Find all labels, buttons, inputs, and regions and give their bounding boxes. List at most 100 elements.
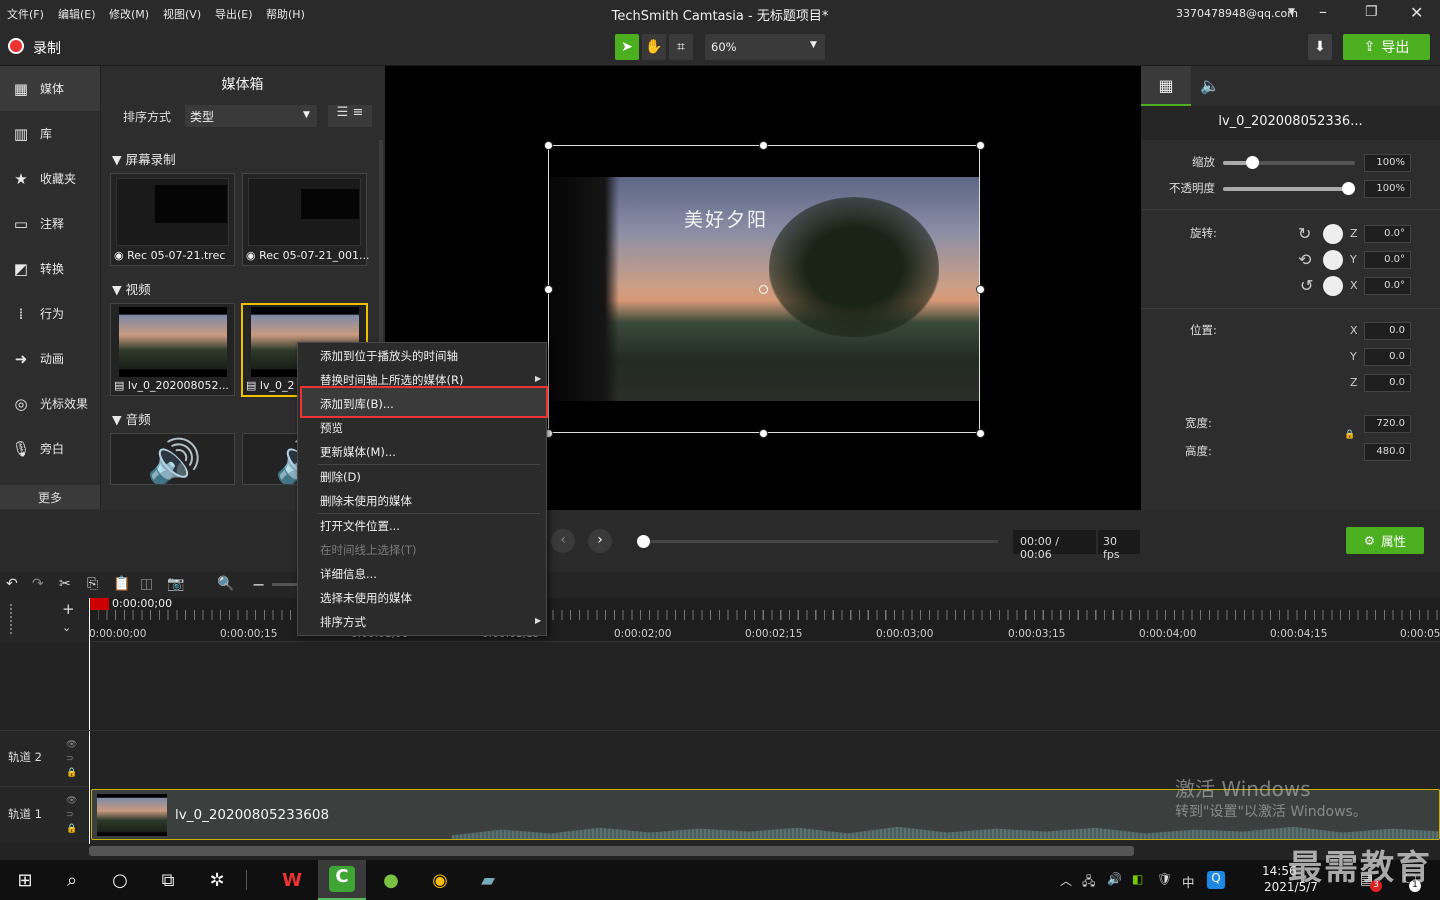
task-view-icon[interactable]: ⧉ (154, 866, 182, 894)
section-audio[interactable]: ▼ 音频 (112, 409, 151, 428)
opacity-slider[interactable] (1223, 187, 1355, 191)
nav-item-transitions[interactable]: ◩ 转换 (0, 246, 100, 291)
download-icon[interactable]: ⬇ (1308, 34, 1332, 60)
track-2-header[interactable]: 轨道 2 👁 ⊃ 🔒 (0, 730, 88, 786)
rotation-x-field[interactable]: 0.0° (1364, 277, 1411, 295)
security-shield-icon[interactable]: 🛡 (1157, 872, 1172, 886)
volume-icon[interactable]: 🔊 (1107, 872, 1122, 886)
record-icon[interactable] (8, 38, 24, 54)
position-y-field[interactable]: 0.0 (1364, 348, 1411, 366)
position-z-field[interactable]: 0.0 (1364, 374, 1411, 392)
ctx-add-to-library[interactable]: 添加到库(B)... (320, 396, 394, 412)
media-thumb-video1[interactable]: ▤ lv_0_202008052... (110, 303, 235, 396)
ctx-open-file-location[interactable]: 打开文件位置... (320, 518, 400, 534)
add-track-icon[interactable]: + (62, 600, 75, 618)
ball-app-icon[interactable]: ● (377, 866, 405, 894)
minimize-icon[interactable]: – (1319, 2, 1327, 21)
resize-handle-s[interactable] (759, 429, 768, 438)
account-label[interactable]: 3370478948@qq.com (1176, 7, 1298, 20)
pan-tool-icon[interactable]: ✋ (642, 34, 666, 60)
cortana-icon[interactable]: ○ (106, 866, 134, 894)
media-thumb-audio1[interactable]: 🔊 (110, 433, 235, 485)
menu-export[interactable]: 导出(E) (215, 6, 253, 22)
scale-slider-thumb[interactable] (1246, 156, 1259, 169)
resize-handle-nw[interactable] (544, 141, 553, 150)
timeline-scrollbar[interactable] (89, 846, 1134, 856)
select-tool-icon[interactable]: ➤ (615, 34, 639, 60)
zoom-search-icon[interactable]: 🔍 (217, 576, 234, 592)
prev-frame-icon[interactable]: ‹ (551, 529, 575, 553)
nav-item-annotations[interactable]: ▭ 注释 (0, 201, 100, 246)
rotation-z-field[interactable]: 0.0° (1364, 225, 1411, 243)
qq-icon[interactable]: Q (1207, 871, 1225, 889)
nav-item-cursor-effects[interactable]: ◎ 光标效果 (0, 381, 100, 426)
nvidia-icon[interactable]: ◧ (1132, 872, 1143, 886)
zoom-slider[interactable] (272, 583, 298, 586)
center-handle[interactable] (759, 285, 768, 294)
export-button[interactable]: ⇪ 导出 (1343, 34, 1430, 60)
audio-props-tab-icon[interactable]: 🔈 (1200, 76, 1220, 95)
ctx-details[interactable]: 详细信息... (320, 566, 377, 582)
crop-tool-icon[interactable]: ⌗ (669, 34, 693, 60)
nav-item-favorites[interactable]: ★ 收藏夹 (0, 156, 100, 201)
resize-handle-se[interactable] (976, 429, 985, 438)
media-thumb-audio2[interactable]: 🔊 (242, 433, 298, 485)
nav-item-voice-narration[interactable]: 🎙 旁白 (0, 426, 100, 471)
sort-select[interactable]: 类型 ▼ (185, 105, 317, 127)
zoom-out-icon[interactable]: − (252, 575, 265, 594)
rotate-z-dial[interactable] (1323, 224, 1343, 244)
ctx-update-media[interactable]: 更新媒体(M)... (320, 444, 396, 460)
ctx-delete-unused[interactable]: 删除未使用的媒体 (320, 493, 412, 509)
menu-file[interactable]: 文件(F) (7, 6, 44, 22)
opacity-field[interactable]: 100% (1364, 180, 1411, 198)
nav-item-behaviors[interactable]: ⁞ 行为 (0, 291, 100, 336)
scrubber-track[interactable] (640, 540, 998, 543)
app-document-icon[interactable]: ▰ (474, 866, 502, 894)
play-icon[interactable]: › (588, 529, 612, 553)
chrome-icon[interactable]: ◉ (426, 866, 454, 894)
collapse-tracks-icon[interactable]: ⌄ (62, 621, 71, 634)
resize-handle-n[interactable] (759, 141, 768, 150)
account-dropdown-icon[interactable]: ▼ (1288, 7, 1295, 17)
camtasia-taskbar-active[interactable]: C (318, 860, 366, 900)
ctx-sort-by[interactable]: 排序方式 (320, 614, 366, 630)
media-thumb-rec2[interactable]: ◉ Rec 05-07-21_001... (242, 173, 370, 266)
nav-item-library[interactable]: ▥ 库 (0, 111, 100, 156)
nav-item-animations[interactable]: ➜ 动画 (0, 336, 100, 381)
rotate-y-dial[interactable] (1323, 250, 1343, 270)
view-toggle-icon[interactable]: ☰ ≡ (328, 105, 372, 127)
close-icon[interactable]: ✕ (1410, 3, 1423, 22)
properties-button[interactable]: ⚙ 属性 (1346, 527, 1424, 554)
visual-props-tab-icon[interactable]: ▦ (1141, 66, 1191, 106)
lock-icon[interactable]: 🔒 (1344, 430, 1355, 440)
scrubber-thumb[interactable] (637, 535, 650, 548)
zoom-select[interactable]: 60% ▼ (705, 34, 825, 60)
cut-icon[interactable]: ✂ (59, 576, 71, 592)
tray-chevron-icon[interactable]: ︿ (1060, 872, 1072, 889)
scale-field[interactable]: 100% (1364, 154, 1411, 172)
playhead-marker[interactable] (89, 598, 109, 610)
resize-handle-w[interactable] (544, 285, 553, 294)
wps-icon[interactable]: W (278, 866, 306, 894)
resize-handle-e[interactable] (976, 285, 985, 294)
record-button[interactable]: 录制 (33, 38, 61, 58)
restore-icon[interactable]: ❐ (1365, 4, 1378, 20)
windows-start-icon[interactable]: ⊞ (11, 866, 39, 894)
menu-help[interactable]: 帮助(H) (266, 6, 305, 22)
redo-icon[interactable]: ↷ (32, 576, 44, 592)
app-pinwheel-icon[interactable]: ✲ (203, 866, 231, 894)
ctx-preview[interactable]: 预览 (320, 420, 343, 436)
search-icon[interactable]: ⌕ (58, 866, 86, 894)
width-field[interactable]: 720.0 (1364, 415, 1411, 433)
position-x-field[interactable]: 0.0 (1364, 322, 1411, 340)
more-button[interactable]: 更多 (0, 485, 100, 509)
ime-indicator[interactable]: 中 (1182, 872, 1195, 891)
resize-handle-ne[interactable] (976, 141, 985, 150)
track-1-header[interactable]: 轨道 1 👁 ⊃ 🔒 (0, 786, 88, 842)
paste-icon[interactable]: 📋 (113, 576, 130, 592)
nav-item-media[interactable]: ▦ 媒体 (0, 66, 100, 111)
track-height-slider[interactable] (10, 604, 18, 634)
track-1-icons[interactable]: 👁 ⊃ 🔒 (66, 794, 77, 836)
menu-modify[interactable]: 修改(M) (109, 6, 149, 22)
section-video[interactable]: ▼ 视频 (112, 279, 151, 298)
